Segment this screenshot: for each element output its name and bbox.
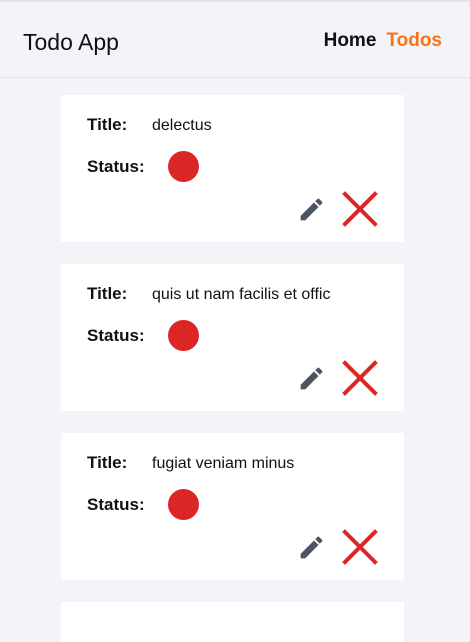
status-label: Status: bbox=[87, 325, 145, 345]
pencil-icon[interactable] bbox=[297, 533, 326, 567]
nav-link-todos[interactable]: Todos bbox=[386, 29, 442, 53]
status-label: Status: bbox=[87, 494, 145, 514]
status-label: Status: bbox=[87, 156, 145, 176]
title-label: Title: bbox=[87, 115, 128, 134]
todo-actions bbox=[297, 360, 378, 401]
todo-list: Title: delectus Status: Title: quis ut n… bbox=[61, 95, 404, 642]
todo-title-row: Title: quis ut nam facilis et offic bbox=[87, 284, 330, 304]
main-nav: Home Todos bbox=[324, 29, 442, 53]
todo-actions bbox=[297, 191, 378, 232]
todo-title-row: Title: delectus bbox=[87, 115, 212, 135]
close-icon[interactable] bbox=[342, 360, 378, 401]
todo-card: Title: fugiat veniam minus Status: bbox=[61, 433, 404, 580]
close-icon[interactable] bbox=[342, 529, 378, 570]
status-indicator bbox=[168, 320, 199, 351]
status-indicator bbox=[168, 151, 199, 182]
todo-actions bbox=[297, 529, 378, 570]
todo-title: delectus bbox=[152, 117, 212, 134]
close-icon[interactable] bbox=[342, 191, 378, 232]
todo-title-row: Title: fugiat veniam minus bbox=[87, 453, 294, 473]
pencil-icon[interactable] bbox=[297, 364, 326, 398]
app-title: Todo App bbox=[23, 29, 119, 55]
title-label: Title: bbox=[87, 453, 128, 472]
title-label: Title: bbox=[87, 284, 128, 303]
status-indicator bbox=[168, 489, 199, 520]
todo-title: fugiat veniam minus bbox=[152, 455, 295, 472]
todo-status-row: Status: bbox=[87, 151, 199, 182]
todo-card: Title: delectus Status: bbox=[61, 95, 404, 242]
pencil-icon[interactable] bbox=[297, 195, 326, 229]
app-header: Todo App Home Todos bbox=[0, 0, 470, 78]
nav-link-home[interactable]: Home bbox=[324, 29, 377, 53]
todo-card: Title: quis ut nam facilis et offic Stat… bbox=[61, 264, 404, 411]
todo-title: quis ut nam facilis et offic bbox=[152, 286, 331, 303]
todo-status-row: Status: bbox=[87, 489, 199, 520]
todo-status-row: Status: bbox=[87, 320, 199, 351]
todo-card-partial bbox=[61, 602, 404, 642]
